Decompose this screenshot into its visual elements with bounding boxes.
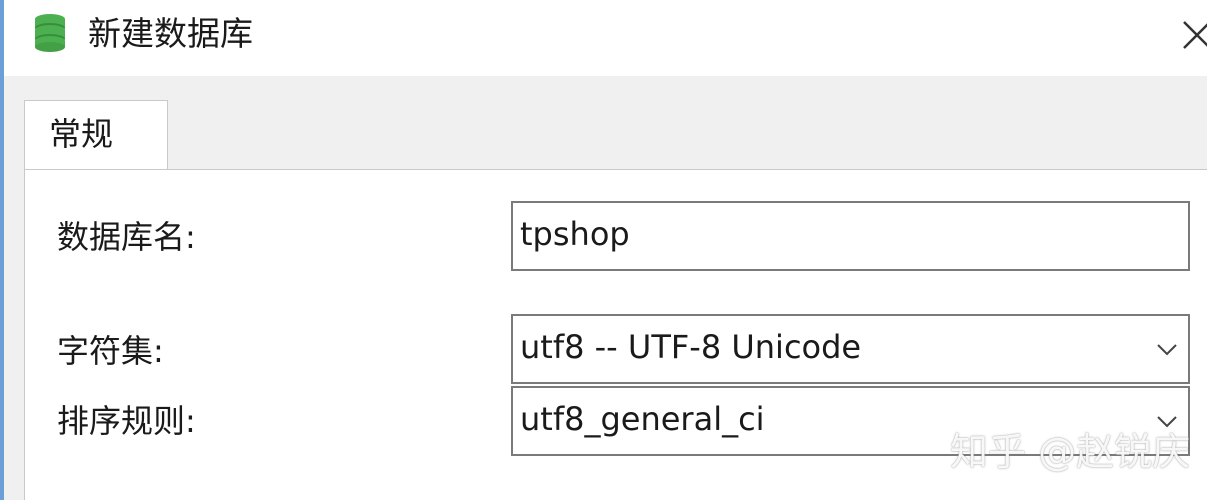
db-name-label: 数据库名: [57, 218, 196, 256]
watermark: 知乎 @赵锐庆 [950, 430, 1191, 474]
tab-label: 常规 [49, 115, 114, 153]
chevron-down-icon [1157, 344, 1177, 356]
charset-value: utf8 -- UTF-8 Unicode [520, 328, 862, 366]
collation-label: 排序规则: [57, 402, 196, 440]
db-name-input[interactable]: tpshop [511, 201, 1190, 271]
dialog-title: 新建数据库 [88, 14, 253, 53]
new-database-dialog: 新建数据库 常规 数据库名: tpshop 字符集: utf8 -- UTF-8… [0, 0, 1207, 500]
database-icon [35, 14, 65, 52]
tab-general[interactable]: 常规 [24, 100, 168, 170]
charset-select[interactable]: utf8 -- UTF-8 Unicode [511, 314, 1190, 384]
db-name-value: tpshop [520, 215, 630, 253]
title-bar: 新建数据库 [4, 0, 1207, 76]
collation-value: utf8_general_ci [520, 400, 765, 438]
charset-label: 字符集: [57, 332, 164, 370]
close-icon[interactable] [1174, 12, 1207, 56]
